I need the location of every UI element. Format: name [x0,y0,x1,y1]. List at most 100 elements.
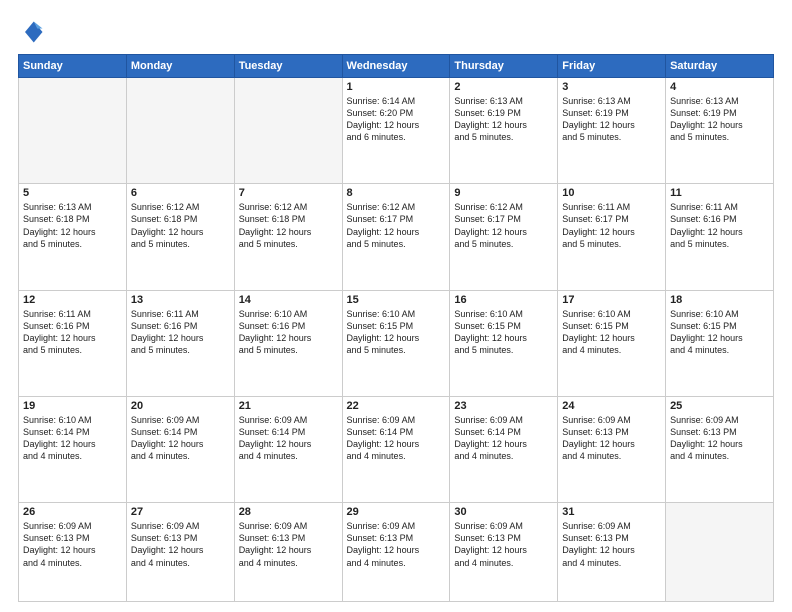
calendar-cell: 9 Sunrise: 6:12 AMSunset: 6:17 PMDaylight… [450,184,558,290]
calendar-cell: 20Sunrise: 6:09 AMSunset: 6:14 PMDayligh… [126,396,234,502]
day-number: 29 [347,506,446,518]
day-number: 14 [239,294,338,306]
day-number: 22 [347,400,446,412]
day-number: 30 [454,506,553,518]
day-info: Sunrise: 6:09 AMSunset: 6:14 PMDaylight:… [347,414,446,463]
day-info: Sunrise: 6:13 AMSunset: 6:19 PMDaylight:… [562,95,661,144]
weekday-header-saturday: Saturday [666,55,774,78]
day-info: Sunrise: 6:12 AMSunset: 6:17 PMDaylight:… [347,201,446,250]
day-info: Sunrise: 6:09 AMSunset: 6:14 PMDaylight:… [239,414,338,463]
calendar-week-2: 5 Sunrise: 6:13 AMSunset: 6:18 PMDaylight… [19,184,774,290]
calendar-cell: 15Sunrise: 6:10 AMSunset: 6:15 PMDayligh… [342,290,450,396]
day-number: 2 [454,81,553,93]
calendar-cell: 5 Sunrise: 6:13 AMSunset: 6:18 PMDaylight… [19,184,127,290]
calendar-cell: 8 Sunrise: 6:12 AMSunset: 6:17 PMDaylight… [342,184,450,290]
day-number: 3 [562,81,661,93]
calendar-week-5: 26 Sunrise: 6:09 AMSunset: 6:13 PMDayligh… [19,503,774,602]
calendar-cell: 24 Sunrise: 6:09 AMSunset: 6:13 PMDayligh… [558,396,666,502]
calendar-cell [19,78,127,184]
day-number: 15 [347,294,446,306]
day-number: 23 [454,400,553,412]
day-number: 31 [562,506,661,518]
calendar-cell: 3 Sunrise: 6:13 AMSunset: 6:19 PMDaylight… [558,78,666,184]
calendar-week-3: 12 Sunrise: 6:11 AMSunset: 6:16 PMDayligh… [19,290,774,396]
day-info: Sunrise: 6:09 AMSunset: 6:13 PMDaylight:… [562,520,661,569]
calendar-cell: 1 Sunrise: 6:14 AMSunset: 6:20 PMDaylight… [342,78,450,184]
weekday-header-friday: Friday [558,55,666,78]
day-number: 27 [131,506,230,518]
calendar-cell: 19 Sunrise: 6:10 AMSunset: 6:14 PMDayligh… [19,396,127,502]
calendar-cell: 4 Sunrise: 6:13 AMSunset: 6:19 PMDaylight… [666,78,774,184]
logo-icon [18,18,46,46]
header [18,18,774,46]
day-info: Sunrise: 6:13 AMSunset: 6:19 PMDaylight:… [670,95,769,144]
calendar-cell: 21 Sunrise: 6:09 AMSunset: 6:14 PMDayligh… [234,396,342,502]
calendar-cell: 26 Sunrise: 6:09 AMSunset: 6:13 PMDayligh… [19,503,127,602]
calendar-cell: 12 Sunrise: 6:11 AMSunset: 6:16 PMDayligh… [19,290,127,396]
calendar-cell: 23 Sunrise: 6:09 AMSunset: 6:14 PMDayligh… [450,396,558,502]
day-info: Sunrise: 6:14 AMSunset: 6:20 PMDaylight:… [347,95,446,144]
calendar-cell: 27 Sunrise: 6:09 AMSunset: 6:13 PMDayligh… [126,503,234,602]
day-number: 16 [454,294,553,306]
day-info: Sunrise: 6:12 AMSunset: 6:18 PMDaylight:… [239,201,338,250]
day-info: Sunrise: 6:11 AMSunset: 6:16 PMDaylight:… [670,201,769,250]
calendar-cell: 31 Sunrise: 6:09 AMSunset: 6:13 PMDayligh… [558,503,666,602]
weekday-header-monday: Monday [126,55,234,78]
day-info: Sunrise: 6:09 AMSunset: 6:13 PMDaylight:… [23,520,122,569]
calendar-cell: 16Sunrise: 6:10 AMSunset: 6:15 PMDayligh… [450,290,558,396]
day-number: 25 [670,400,769,412]
calendar-cell: 18Sunrise: 6:10 AMSunset: 6:15 PMDayligh… [666,290,774,396]
day-info: Sunrise: 6:11 AMSunset: 6:17 PMDaylight:… [562,201,661,250]
calendar-cell: 10 Sunrise: 6:11 AMSunset: 6:17 PMDayligh… [558,184,666,290]
day-number: 26 [23,506,122,518]
calendar-cell: 25Sunrise: 6:09 AMSunset: 6:13 PMDayligh… [666,396,774,502]
day-number: 9 [454,187,553,199]
calendar-cell: 22 Sunrise: 6:09 AMSunset: 6:14 PMDayligh… [342,396,450,502]
day-number: 28 [239,506,338,518]
day-number: 10 [562,187,661,199]
weekday-header-tuesday: Tuesday [234,55,342,78]
day-number: 17 [562,294,661,306]
calendar-cell: 6Sunrise: 6:12 AMSunset: 6:18 PMDaylight… [126,184,234,290]
day-info: Sunrise: 6:12 AMSunset: 6:17 PMDaylight:… [454,201,553,250]
calendar-week-1: 1 Sunrise: 6:14 AMSunset: 6:20 PMDaylight… [19,78,774,184]
day-info: Sunrise: 6:13 AMSunset: 6:19 PMDaylight:… [454,95,553,144]
day-info: Sunrise: 6:10 AMSunset: 6:15 PMDaylight:… [562,308,661,357]
day-number: 21 [239,400,338,412]
day-info: Sunrise: 6:09 AMSunset: 6:13 PMDaylight:… [347,520,446,569]
day-number: 8 [347,187,446,199]
day-number: 4 [670,81,769,93]
calendar-cell: 28Sunrise: 6:09 AMSunset: 6:13 PMDayligh… [234,503,342,602]
calendar-cell: 7Sunrise: 6:12 AMSunset: 6:18 PMDaylight… [234,184,342,290]
day-info: Sunrise: 6:09 AMSunset: 6:13 PMDaylight:… [454,520,553,569]
day-info: Sunrise: 6:10 AMSunset: 6:14 PMDaylight:… [23,414,122,463]
weekday-header-thursday: Thursday [450,55,558,78]
calendar-cell [234,78,342,184]
day-info: Sunrise: 6:09 AMSunset: 6:13 PMDaylight:… [562,414,661,463]
day-number: 5 [23,187,122,199]
day-number: 18 [670,294,769,306]
weekday-header-row: SundayMondayTuesdayWednesdayThursdayFrid… [19,55,774,78]
page: SundayMondayTuesdayWednesdayThursdayFrid… [0,0,792,612]
day-info: Sunrise: 6:09 AMSunset: 6:14 PMDaylight:… [454,414,553,463]
day-info: Sunrise: 6:09 AMSunset: 6:13 PMDaylight:… [131,520,230,569]
day-info: Sunrise: 6:13 AMSunset: 6:18 PMDaylight:… [23,201,122,250]
day-number: 12 [23,294,122,306]
day-number: 11 [670,187,769,199]
day-number: 1 [347,81,446,93]
day-info: Sunrise: 6:11 AMSunset: 6:16 PMDaylight:… [131,308,230,357]
day-info: Sunrise: 6:11 AMSunset: 6:16 PMDaylight:… [23,308,122,357]
day-info: Sunrise: 6:12 AMSunset: 6:18 PMDaylight:… [131,201,230,250]
calendar-cell: 17 Sunrise: 6:10 AMSunset: 6:15 PMDayligh… [558,290,666,396]
day-info: Sunrise: 6:09 AMSunset: 6:14 PMDaylight:… [131,414,230,463]
weekday-header-sunday: Sunday [19,55,127,78]
calendar-cell [126,78,234,184]
calendar-cell: 2 Sunrise: 6:13 AMSunset: 6:19 PMDaylight… [450,78,558,184]
calendar-cell: 11 Sunrise: 6:11 AMSunset: 6:16 PMDayligh… [666,184,774,290]
day-number: 19 [23,400,122,412]
calendar-cell: 30 Sunrise: 6:09 AMSunset: 6:13 PMDayligh… [450,503,558,602]
calendar-week-4: 19 Sunrise: 6:10 AMSunset: 6:14 PMDayligh… [19,396,774,502]
calendar-table: SundayMondayTuesdayWednesdayThursdayFrid… [18,54,774,602]
day-number: 24 [562,400,661,412]
calendar-cell [666,503,774,602]
